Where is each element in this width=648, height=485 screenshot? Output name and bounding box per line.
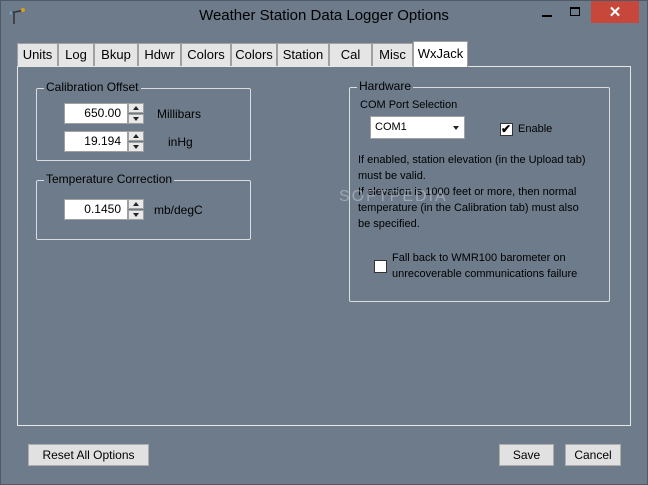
tab-units[interactable]: Units xyxy=(17,43,58,67)
temperature-up-arrow-icon[interactable] xyxy=(128,199,144,209)
millibars-label: Millibars xyxy=(157,107,202,121)
minimize-icon xyxy=(542,15,552,17)
temperature-input[interactable]: 0.1450 xyxy=(64,199,128,220)
fallback-label: unrecoverable communications failure xyxy=(392,268,578,280)
checkmark-icon: ✔ xyxy=(501,122,512,136)
inhg-input[interactable]: 19.194 xyxy=(64,131,128,152)
com-port-value: COM1 xyxy=(375,121,407,133)
temperature-unit-label: mb/degC xyxy=(154,203,203,217)
softpedia-watermark: SOFTPEDIA xyxy=(339,188,448,205)
note-line: If enabled, station elevation (in the Up… xyxy=(358,154,586,166)
minimize-button[interactable] xyxy=(532,1,562,23)
calibration-offset-group: Calibration Offset 650.00 Millibars 19.1… xyxy=(36,80,251,161)
tab-hdwr[interactable]: Hdwr xyxy=(138,43,181,67)
tab-station[interactable]: Station xyxy=(277,43,329,67)
note-line: must be valid. xyxy=(358,170,426,182)
inhg-down-arrow-icon[interactable] xyxy=(128,142,144,152)
fallback-checkbox[interactable] xyxy=(374,260,387,273)
millibars-down-arrow-icon[interactable] xyxy=(128,114,144,124)
inhg-spin-buttons xyxy=(128,131,144,152)
temperature-down-arrow-icon[interactable] xyxy=(128,210,144,220)
enable-label: Enable xyxy=(518,123,553,135)
save-button[interactable]: Save xyxy=(499,444,554,466)
temperature-correction-group: Temperature Correction 0.1450 mb/degC xyxy=(36,172,251,240)
fallback-label: Fall back to WMR100 barometer on xyxy=(392,252,566,264)
tab-wxjack[interactable]: WxJack xyxy=(413,41,468,67)
note-line: be specified. xyxy=(358,218,420,230)
tab-bkup[interactable]: Bkup xyxy=(94,43,138,67)
reset-all-options-button[interactable]: Reset All Options xyxy=(28,444,149,466)
close-button[interactable]: ✕ xyxy=(591,1,639,23)
hardware-title: Hardware xyxy=(357,79,414,93)
millibars-input[interactable]: 650.00 xyxy=(64,103,128,124)
tab-log[interactable]: Log xyxy=(58,43,94,67)
inhg-label: inHg xyxy=(168,135,193,149)
inhg-up-arrow-icon[interactable] xyxy=(128,131,144,141)
maximize-icon xyxy=(570,7,580,16)
maximize-button[interactable] xyxy=(562,1,589,23)
millibars-up-arrow-icon[interactable] xyxy=(128,103,144,113)
chevron-down-icon[interactable] xyxy=(448,117,464,138)
com-port-label: COM Port Selection xyxy=(360,99,458,111)
close-icon: ✕ xyxy=(608,4,622,21)
millibars-spinner: 650.00 xyxy=(64,103,144,124)
temperature-correction-title: Temperature Correction xyxy=(44,172,175,186)
tab-misc[interactable]: Misc xyxy=(372,43,413,67)
temperature-spinner: 0.1450 xyxy=(64,199,144,220)
temperature-spin-buttons xyxy=(128,199,144,220)
enable-checkbox[interactable]: ✔ xyxy=(500,122,513,136)
inhg-spinner: 19.194 xyxy=(64,131,144,152)
options-window: Weather Station Data Logger Options ✕ Un… xyxy=(0,0,648,485)
cancel-button[interactable]: Cancel xyxy=(565,444,621,466)
tab-cal[interactable]: Cal xyxy=(329,43,372,67)
title-bar: Weather Station Data Logger Options ✕ xyxy=(1,1,647,31)
wxjack-tab-panel: Calibration Offset 650.00 Millibars 19.1… xyxy=(17,66,631,426)
millibars-spin-buttons xyxy=(128,103,144,124)
calibration-offset-title: Calibration Offset xyxy=(44,80,141,94)
com-port-select[interactable]: COM1 xyxy=(370,116,465,139)
tab-colors[interactable]: Colors xyxy=(181,43,231,67)
tab-colors-2[interactable]: Colors xyxy=(231,43,277,67)
